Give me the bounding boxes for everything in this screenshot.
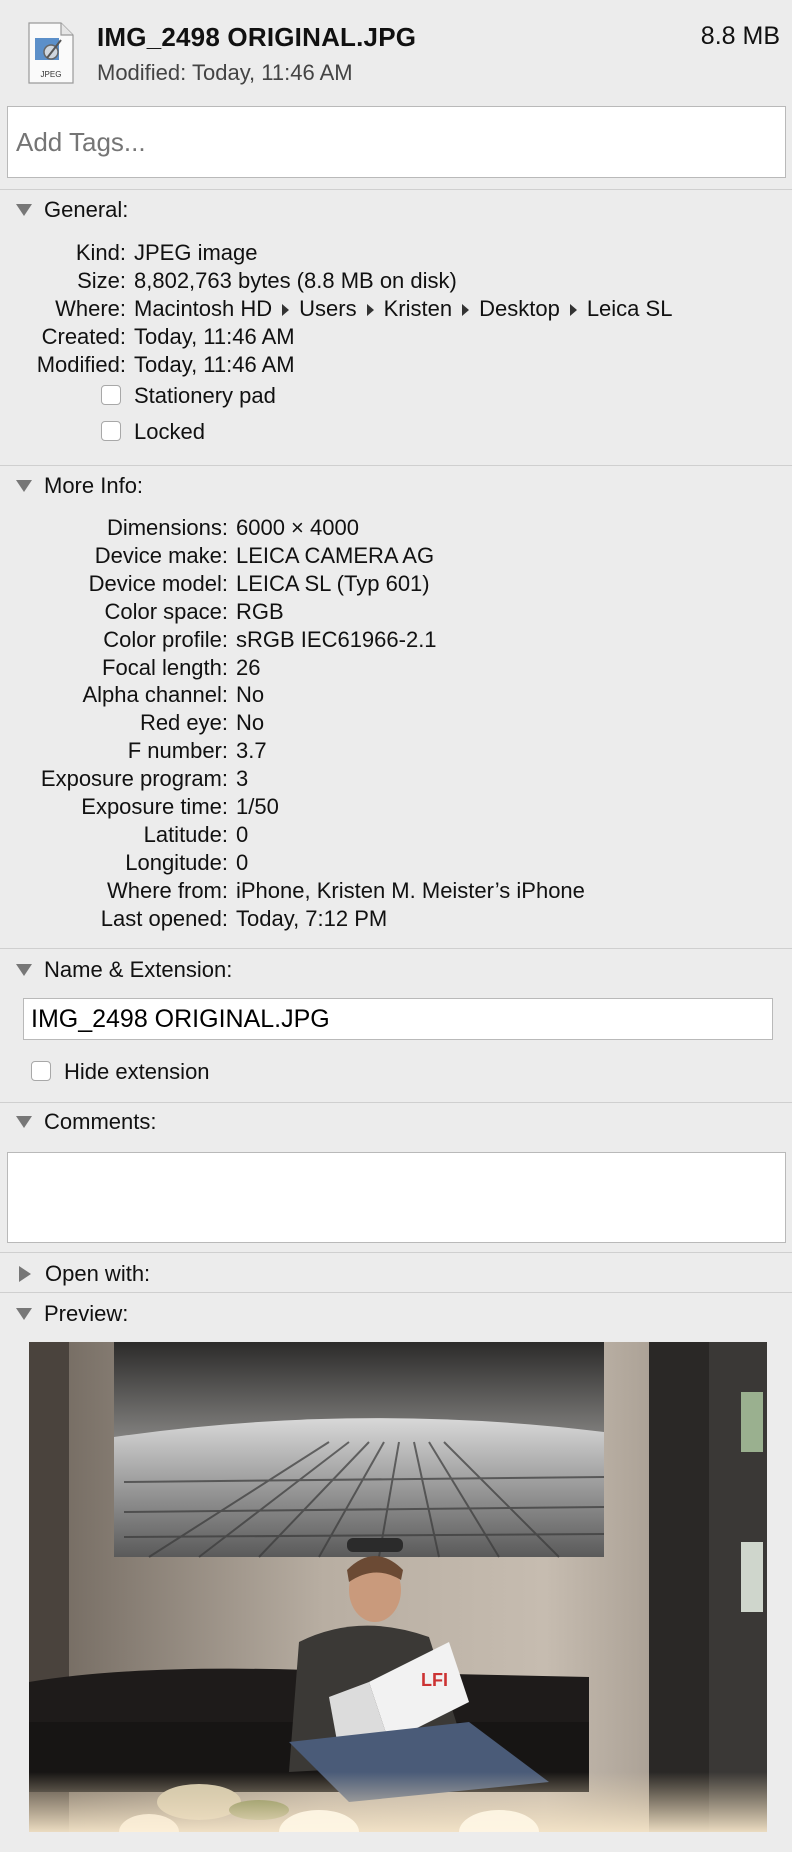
path-arrow-icon (282, 304, 290, 316)
info-label: Exposure time: (81, 794, 228, 819)
disclosure-triangle-down-icon (16, 1308, 32, 1320)
disclosure-triangle-right-icon (19, 1266, 31, 1282)
info-value: 26 (236, 654, 261, 680)
info-row: Alpha channel: No (0, 682, 792, 708)
info-row: Dimensions: 6000 × 4000 (0, 515, 792, 541)
info-row: Where from: iPhone, Kristen M. Meister’s … (0, 878, 792, 904)
section-name-extension-header[interactable]: Name & Extension: (16, 957, 232, 983)
section-more-info-header[interactable]: More Info: (16, 473, 143, 499)
divider (0, 1252, 792, 1253)
disclosure-triangle-down-icon (16, 964, 32, 976)
info-value: sRGB IEC61966-2.1 (236, 626, 437, 652)
comments-textarea[interactable] (7, 1152, 786, 1243)
disclosure-triangle-down-icon (16, 480, 32, 492)
disclosure-triangle-down-icon (16, 1116, 32, 1128)
info-label: Device make: (94, 542, 228, 568)
path-arrow-icon (366, 304, 374, 316)
info-value: 3 (236, 766, 249, 792)
info-row: F number: 3.7 (0, 738, 792, 764)
info-row: Kind: JPEG image (75, 240, 258, 265)
hide-extension-checkbox[interactable] (31, 1061, 51, 1081)
divider (0, 1102, 792, 1103)
info-value: No (236, 710, 265, 736)
info-value: RGB (236, 598, 284, 624)
info-value: LEICA CAMERA AG (236, 542, 435, 568)
svg-text:JPEG: JPEG (41, 70, 62, 79)
tags-input[interactable] (7, 106, 786, 178)
divider (0, 1292, 792, 1293)
info-value: 6000 × 4000 (236, 515, 359, 540)
photo-preview-illustration: LFI (29, 1342, 767, 1832)
info-row: Red eye: No (0, 710, 792, 736)
info-row: Created: Today, 11:46 AM (41, 324, 295, 349)
locked-checkbox[interactable] (101, 421, 121, 441)
info-row: Latitude: 0 (0, 822, 792, 848)
info-row: Exposure time: 1/50 (0, 794, 792, 820)
info-row: Exposure program: 3 (0, 766, 792, 792)
info-row: Last opened: Today, 7:12 PM (0, 906, 792, 932)
divider (0, 948, 792, 949)
info-value: 0 (236, 821, 249, 847)
info-value: 1/50 (236, 794, 279, 819)
info-value: Today, 7:12 PM (236, 905, 388, 931)
info-row: Size: 8,802,763 bytes (8.8 MB on disk) (77, 268, 457, 293)
section-general-header[interactable]: General: (16, 197, 128, 223)
info-label: Last opened: (100, 905, 228, 931)
info-label: Color space: (104, 598, 228, 624)
info-row-where: Where: Macintosh HD Users Kristen Desktop Le… (55, 296, 673, 321)
info-value: iPhone, Kristen M. Meister’s iPhone (236, 877, 585, 903)
info-label: Color profile: (103, 626, 228, 652)
path-breadcrumb: Macintosh HD Users Kristen Desktop Leica SL (134, 296, 673, 321)
info-label: F number: (127, 738, 228, 764)
file-header: JPEG IMG_2498 ORIGINAL.JPG 8.8 MB Modifi… (0, 0, 792, 100)
magazine-title: LFI (421, 1670, 448, 1690)
jpeg-file-icon: JPEG (28, 22, 74, 84)
section-comments-header[interactable]: Comments: (16, 1109, 156, 1135)
info-label: Longitude: (125, 849, 228, 875)
path-arrow-icon (569, 304, 577, 316)
info-row: Color space: RGB (0, 599, 792, 625)
file-modified-date: Modified: Today, 11:46 AM (97, 60, 353, 85)
info-label: Where from: (106, 877, 228, 903)
stationery-pad-checkbox[interactable] (101, 385, 121, 405)
info-row: Device make: LEICA CAMERA AG (0, 543, 792, 569)
hide-extension-label: Hide extension (64, 1059, 210, 1084)
info-value: 0 (236, 849, 249, 875)
image-preview: LFI (29, 1342, 767, 1832)
info-label: Red eye: (139, 710, 228, 736)
info-label: Dimensions: (106, 515, 228, 540)
filename-field[interactable] (23, 998, 773, 1040)
info-label: Exposure program: (40, 766, 228, 792)
divider (0, 189, 792, 190)
info-row: Device model: LEICA SL (Typ 601) (0, 571, 792, 597)
info-value: LEICA SL (Typ 601) (236, 570, 430, 596)
info-row: Longitude: 0 (0, 850, 792, 876)
info-row: Color profile: sRGB IEC61966-2.1 (0, 627, 792, 653)
section-preview-header[interactable]: Preview: (16, 1301, 128, 1327)
locked-label: Locked (134, 419, 205, 444)
file-name: IMG_2498 ORIGINAL.JPG (97, 22, 417, 52)
info-label: Device model: (88, 570, 228, 596)
info-label: Alpha channel: (82, 682, 228, 708)
info-row: Modified: Today, 11:46 AM (36, 352, 295, 377)
path-arrow-icon (462, 304, 470, 316)
disclosure-triangle-down-icon (16, 204, 32, 216)
stationery-pad-label: Stationery pad (134, 383, 276, 408)
file-size: 8.8 MB (700, 22, 780, 50)
info-value: No (236, 682, 265, 708)
section-open-with-header[interactable]: Open with: (16, 1261, 150, 1287)
info-label: Latitude: (143, 821, 228, 847)
info-label: Focal length: (102, 654, 228, 680)
divider (0, 465, 792, 466)
info-value: 3.7 (236, 738, 267, 764)
info-row: Focal length: 26 (0, 655, 792, 681)
